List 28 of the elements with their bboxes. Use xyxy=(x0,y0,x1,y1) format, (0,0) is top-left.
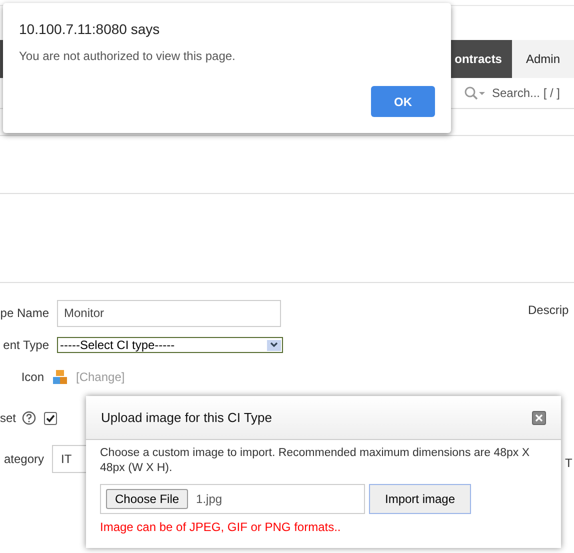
name-input[interactable]: Monitor xyxy=(57,300,281,326)
field-label: Descrip xyxy=(528,303,569,317)
field-label: T xyxy=(565,456,572,470)
choose-file-button[interactable]: Choose File xyxy=(106,489,188,509)
parent-type-select[interactable]: -----Select CI type----- xyxy=(57,337,283,353)
search-icon[interactable] xyxy=(464,86,486,100)
close-icon xyxy=(535,414,543,422)
dialog-text: Choose a custom image to import. Recommended maximum dimensions are 48px X 48px (W X H). xyxy=(100,446,531,476)
chevron-down-icon xyxy=(270,342,278,348)
help-icon[interactable] xyxy=(22,411,36,425)
search-field[interactable]: Search... [ / ] xyxy=(492,86,560,100)
field-label: ategory xyxy=(2,451,44,467)
import-image-button[interactable]: Import image xyxy=(369,484,471,514)
field-label: set xyxy=(0,410,14,426)
field-label: Icon xyxy=(20,369,44,385)
alert-message: You are not authorized to view this page. xyxy=(19,49,236,63)
nav-tab[interactable]: Admin xyxy=(512,40,574,78)
ok-button[interactable]: OK xyxy=(371,86,435,117)
close-button[interactable] xyxy=(532,410,546,424)
cubes-icon xyxy=(52,369,68,385)
alert-title: 10.100.7.11:8080 says xyxy=(19,21,161,37)
file-input[interactable]: Choose File 1.jpg xyxy=(100,484,365,514)
format-note: Image can be of JPEG, GIF or PNG formats.. xyxy=(100,520,342,534)
asset-checkbox[interactable] xyxy=(44,412,57,424)
field-label: pe Name xyxy=(0,305,49,321)
file-name: 1.jpg xyxy=(196,492,222,506)
field-label: ent Type xyxy=(2,337,49,353)
dialog-title: Upload image for this CI Type xyxy=(101,410,272,425)
